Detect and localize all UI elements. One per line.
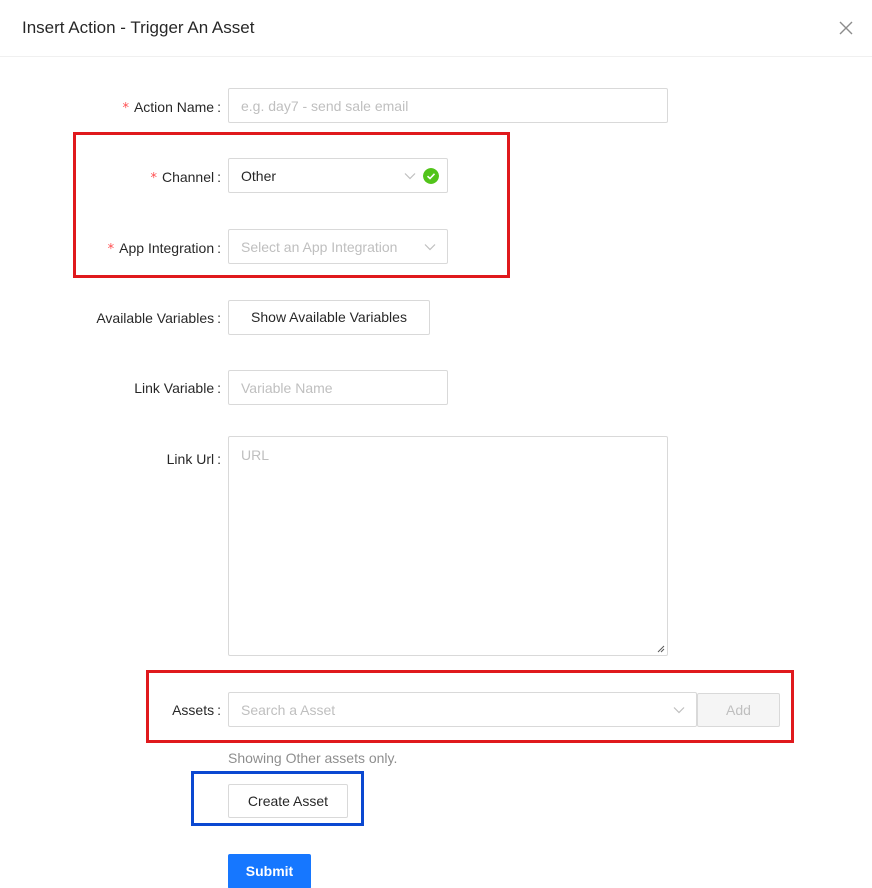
link-variable-input[interactable]: Variable Name: [228, 370, 448, 405]
link-variable-placeholder: Variable Name: [241, 380, 333, 396]
highlight-box-channel-integration: [73, 132, 510, 278]
link-url-textarea[interactable]: URL: [228, 436, 668, 656]
modal-title: Insert Action - Trigger An Asset: [22, 18, 255, 37]
required-mark: *: [122, 101, 129, 116]
submit-button[interactable]: Submit: [228, 854, 311, 888]
show-available-variables-button[interactable]: Show Available Variables: [228, 300, 430, 335]
action-name-input[interactable]: e.g. day7 - send sale email: [228, 88, 668, 123]
action-name-label: * Action Name:: [122, 99, 221, 116]
action-name-placeholder: e.g. day7 - send sale email: [241, 98, 409, 114]
assets-help-text: Showing Other assets only.: [228, 750, 398, 766]
resize-handle-icon[interactable]: [657, 645, 665, 653]
link-variable-label: Link Variable:: [134, 380, 221, 396]
highlight-box-create-asset: [191, 771, 364, 826]
available-variables-label: Available Variables:: [96, 310, 221, 326]
close-icon: [839, 21, 853, 35]
link-url-label: Link Url:: [166, 451, 221, 467]
highlight-box-assets: [146, 670, 794, 743]
link-url-placeholder: URL: [241, 447, 270, 463]
modal-header: Insert Action - Trigger An Asset: [0, 0, 872, 57]
close-button[interactable]: [838, 20, 854, 36]
